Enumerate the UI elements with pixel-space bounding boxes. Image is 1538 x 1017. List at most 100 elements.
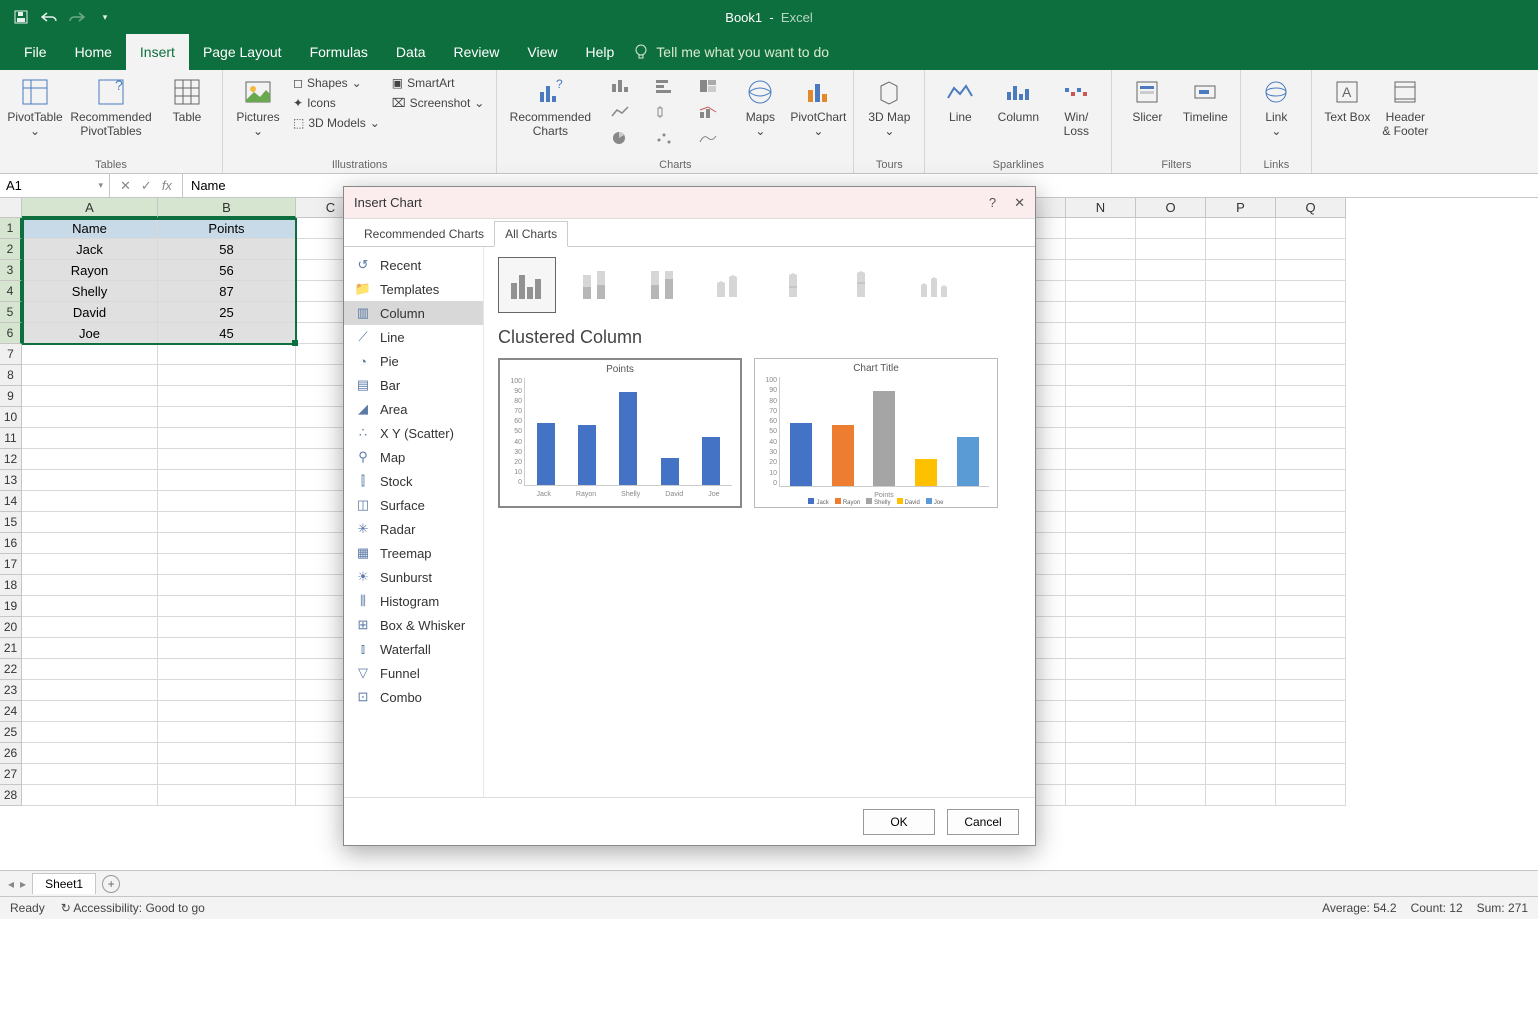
cell[interactable]: [158, 344, 296, 365]
cancel-formula-icon[interactable]: ✕: [120, 178, 131, 194]
cell[interactable]: [1206, 491, 1276, 512]
cell[interactable]: Shelly: [22, 281, 158, 302]
chart-type-item[interactable]: ☀Sunburst: [344, 565, 483, 589]
table-button[interactable]: Table: [160, 74, 214, 126]
cell[interactable]: [1276, 428, 1346, 449]
chart-bar-button[interactable]: [643, 74, 685, 98]
ok-button[interactable]: OK: [863, 809, 935, 835]
cell[interactable]: [1206, 743, 1276, 764]
cell[interactable]: [158, 365, 296, 386]
cell[interactable]: [1066, 470, 1136, 491]
pivottable-button[interactable]: PivotTable ⌄: [8, 74, 62, 141]
cell[interactable]: [1066, 323, 1136, 344]
cell[interactable]: [22, 638, 158, 659]
cell[interactable]: [1066, 365, 1136, 386]
chart-type-item[interactable]: ▥Column: [344, 301, 483, 325]
cell[interactable]: Rayon: [22, 260, 158, 281]
save-icon[interactable]: [12, 8, 30, 26]
cell[interactable]: 45: [158, 323, 296, 344]
cell[interactable]: [1136, 386, 1206, 407]
name-box[interactable]: A1: [0, 174, 110, 197]
chart-type-item[interactable]: ⟋Line: [344, 325, 483, 349]
cell[interactable]: [158, 596, 296, 617]
cell[interactable]: [158, 533, 296, 554]
row-header[interactable]: 28: [0, 785, 22, 806]
cell[interactable]: [22, 407, 158, 428]
sheet-nav-prev-icon[interactable]: ◂: [8, 877, 14, 891]
cell[interactable]: [1276, 323, 1346, 344]
cell[interactable]: [1066, 281, 1136, 302]
chart-type-item[interactable]: ⊡Combo: [344, 685, 483, 709]
icons-button[interactable]: ✦Icons: [289, 94, 384, 112]
cell[interactable]: [1136, 617, 1206, 638]
cell[interactable]: [1136, 218, 1206, 239]
cell[interactable]: [158, 470, 296, 491]
cell[interactable]: [22, 722, 158, 743]
subtype-3d-column[interactable]: [906, 257, 964, 313]
cell[interactable]: [1136, 407, 1206, 428]
header-footer-button[interactable]: Header & Footer: [1378, 74, 1432, 141]
cell[interactable]: [158, 386, 296, 407]
cell[interactable]: [1206, 239, 1276, 260]
cell[interactable]: [1276, 722, 1346, 743]
sheet-tab[interactable]: Sheet1: [32, 873, 96, 894]
column-header[interactable]: P: [1206, 198, 1276, 218]
cell[interactable]: [1136, 533, 1206, 554]
chart-stat-button[interactable]: [643, 100, 685, 124]
cell[interactable]: [1276, 596, 1346, 617]
fx-icon[interactable]: fx: [162, 178, 172, 193]
chart-type-item[interactable]: ▤Bar: [344, 373, 483, 397]
cell[interactable]: Joe: [22, 323, 158, 344]
cell[interactable]: [158, 554, 296, 575]
recommended-pivottables-button[interactable]: ?Recommended PivotTables: [66, 74, 156, 141]
cell[interactable]: [1136, 449, 1206, 470]
cell[interactable]: [22, 701, 158, 722]
cell[interactable]: [158, 449, 296, 470]
column-header[interactable]: N: [1066, 198, 1136, 218]
3d-map-button[interactable]: 3D Map ⌄: [862, 74, 916, 141]
cell[interactable]: [22, 533, 158, 554]
sparkline-line-button[interactable]: Line: [933, 74, 987, 126]
cell[interactable]: [1276, 638, 1346, 659]
cell[interactable]: [1206, 281, 1276, 302]
subtype-100-stacked-column[interactable]: [634, 257, 692, 313]
cell[interactable]: [1206, 407, 1276, 428]
cell[interactable]: [1206, 785, 1276, 806]
cell[interactable]: [1206, 701, 1276, 722]
chart-type-item[interactable]: ⫿Stock: [344, 469, 483, 493]
screenshot-button[interactable]: ⌧Screenshot ⌄: [388, 94, 489, 112]
cell[interactable]: [22, 764, 158, 785]
cell[interactable]: [1276, 659, 1346, 680]
chart-type-item[interactable]: ◢Area: [344, 397, 483, 421]
cell[interactable]: [1136, 512, 1206, 533]
row-header[interactable]: 21: [0, 638, 22, 659]
cell[interactable]: [158, 659, 296, 680]
cell[interactable]: [22, 512, 158, 533]
cell[interactable]: [1206, 428, 1276, 449]
cell[interactable]: [1206, 365, 1276, 386]
cell[interactable]: [1136, 323, 1206, 344]
cell[interactable]: [1066, 701, 1136, 722]
recommended-charts-button[interactable]: ?Recommended Charts: [505, 74, 595, 141]
link-button[interactable]: Link ⌄: [1249, 74, 1303, 141]
chart-type-item[interactable]: ✳Radar: [344, 517, 483, 541]
cell[interactable]: [1206, 386, 1276, 407]
help-icon[interactable]: ?: [989, 195, 996, 211]
cell[interactable]: [1276, 365, 1346, 386]
cell[interactable]: [1276, 680, 1346, 701]
row-header[interactable]: 2: [0, 239, 22, 260]
cell[interactable]: 87: [158, 281, 296, 302]
cell[interactable]: [158, 701, 296, 722]
cell[interactable]: [1066, 491, 1136, 512]
chart-type-item[interactable]: ∴X Y (Scatter): [344, 421, 483, 445]
cell[interactable]: [1136, 680, 1206, 701]
chart-type-item[interactable]: ◔Pie: [344, 349, 483, 373]
cell[interactable]: Points: [158, 218, 296, 239]
tab-view[interactable]: View: [513, 34, 571, 70]
chart-type-item[interactable]: ▽Funnel: [344, 661, 483, 685]
chart-type-item[interactable]: ⫾Waterfall: [344, 637, 483, 661]
chart-preview-1[interactable]: Points 1009080706050403020100 JackRayonS…: [498, 358, 742, 508]
row-header[interactable]: 27: [0, 764, 22, 785]
cell[interactable]: [1066, 554, 1136, 575]
subtype-clustered-column[interactable]: [498, 257, 556, 313]
